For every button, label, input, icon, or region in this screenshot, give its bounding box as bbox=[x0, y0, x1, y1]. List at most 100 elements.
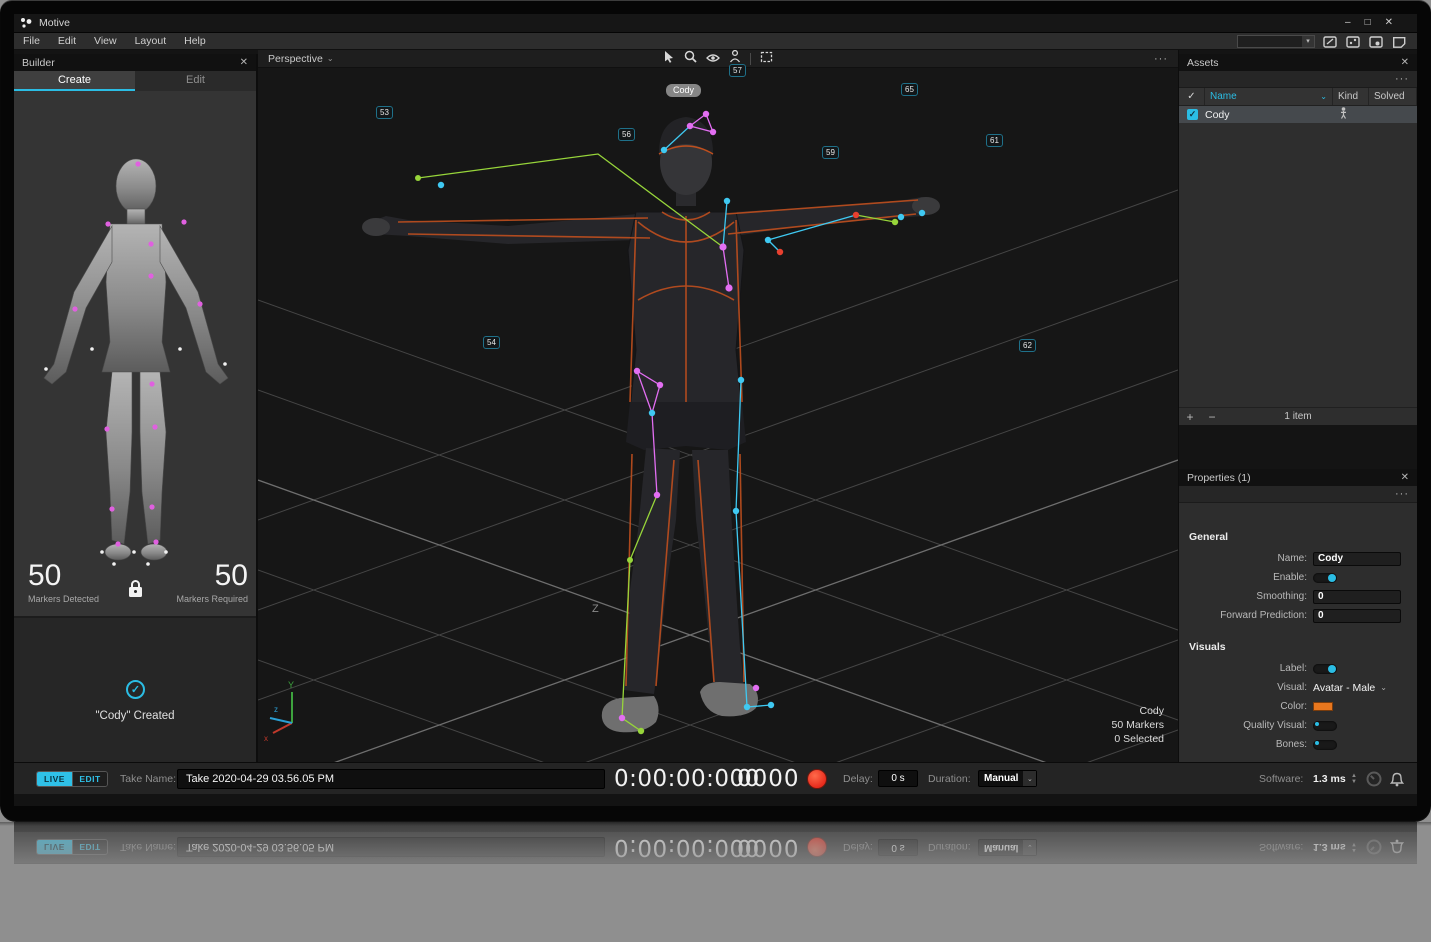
bones-toggle[interactable] bbox=[1313, 740, 1337, 750]
label-property-row: Label: bbox=[1179, 661, 1417, 676]
delay-label: Delay: bbox=[843, 763, 873, 795]
properties-overflow-icon[interactable]: ··· bbox=[1179, 486, 1417, 503]
viewport-canvas[interactable]: Z Y x z bbox=[258, 50, 1178, 762]
live-button[interactable]: LIVE bbox=[37, 771, 72, 787]
visual-property-label: Visual: bbox=[1179, 680, 1307, 695]
tab-create[interactable]: Create bbox=[14, 71, 135, 91]
assets-kind-column-header[interactable]: Kind bbox=[1333, 88, 1369, 105]
menu-file[interactable]: File bbox=[14, 35, 49, 47]
app-title: Motive bbox=[39, 17, 70, 29]
markers-required-label: Markers Required bbox=[176, 594, 248, 604]
marker-label[interactable]: 53 bbox=[376, 106, 393, 119]
asset-row[interactable]: ✓ Cody bbox=[1179, 106, 1417, 123]
app-logo-icon bbox=[20, 17, 33, 29]
close-button[interactable]: ✕ bbox=[1385, 16, 1393, 30]
mocap-actor[interactable] bbox=[362, 111, 940, 734]
layout-combobox[interactable]: ▾ bbox=[1237, 35, 1315, 48]
edit-button[interactable]: EDIT bbox=[72, 771, 107, 787]
assets-check-column-header[interactable]: ✓ bbox=[1179, 88, 1205, 105]
assets-name-column-header[interactable]: Name ⌄ bbox=[1205, 88, 1333, 105]
calibration-panel-icon[interactable] bbox=[1322, 34, 1338, 48]
marker-label[interactable]: 56 bbox=[618, 128, 635, 141]
actor-name-badge[interactable]: Cody bbox=[666, 84, 701, 97]
assets-close-icon[interactable]: ✕ bbox=[1401, 57, 1409, 68]
marker-label[interactable]: 59 bbox=[822, 146, 839, 159]
view-mode-label: Perspective bbox=[268, 53, 323, 65]
duration-select[interactable]: Manual ⌄ bbox=[978, 770, 1037, 787]
asset-enabled-checkbox[interactable]: ✓ bbox=[1187, 109, 1198, 120]
control-bar: LIVE EDIT Take Name: 0:00:00:000 0000 De… bbox=[14, 762, 1417, 794]
general-section-title: General bbox=[1189, 531, 1228, 543]
record-button[interactable] bbox=[807, 769, 827, 789]
screen: Motive – □ ✕ File Edit View Layout Help … bbox=[14, 14, 1417, 806]
label-toggle[interactable] bbox=[1313, 664, 1337, 674]
smoothing-input[interactable] bbox=[1313, 590, 1401, 604]
performance-gauge-icon[interactable] bbox=[1366, 763, 1382, 795]
latency-stepper[interactable]: ▲ ▼ bbox=[1351, 763, 1357, 795]
select-tool-icon[interactable] bbox=[663, 50, 675, 68]
assets-name-header-label: Name bbox=[1210, 91, 1237, 102]
viewport-3d[interactable]: Z Y x z bbox=[258, 50, 1178, 762]
properties-close-icon[interactable]: ✕ bbox=[1401, 472, 1409, 483]
graph-panel-icon[interactable] bbox=[1345, 34, 1361, 48]
forward-prediction-label: Forward Prediction: bbox=[1179, 608, 1307, 623]
creation-status-message: "Cody" Created bbox=[14, 710, 256, 722]
quality-visual-label: Quality Visual: bbox=[1179, 718, 1307, 733]
duration-value: Manual bbox=[979, 773, 1023, 784]
menu-view[interactable]: View bbox=[85, 35, 126, 47]
enable-property-row: Enable: bbox=[1179, 570, 1417, 585]
properties-body: General Name: Enable: Smoothing: bbox=[1179, 503, 1417, 796]
camera-panel-icon[interactable] bbox=[1368, 34, 1384, 48]
marker-stats: 50 Markers Detected 50 Markers Required bbox=[14, 555, 256, 617]
builder-close-icon[interactable]: ✕ bbox=[240, 57, 248, 68]
smoothing-property-row: Smoothing: bbox=[1179, 589, 1417, 604]
tab-edit[interactable]: Edit bbox=[135, 71, 256, 91]
minimize-button[interactable]: – bbox=[1345, 16, 1351, 30]
bones-property-label: Bones: bbox=[1179, 737, 1307, 752]
properties-panel: Properties (1) ✕ ··· General Name: Enab bbox=[1179, 469, 1417, 762]
marker-label[interactable]: 57 bbox=[729, 64, 746, 77]
duration-caret-icon: ⌄ bbox=[1023, 771, 1036, 786]
quick-toolbar: ▾ bbox=[1237, 34, 1407, 48]
take-name-input[interactable] bbox=[177, 769, 605, 789]
menu-layout[interactable]: Layout bbox=[126, 35, 176, 47]
name-input[interactable] bbox=[1313, 552, 1401, 566]
menu-bar: File Edit View Layout Help ▾ bbox=[14, 33, 1417, 50]
visibility-tool-icon[interactable] bbox=[706, 50, 720, 68]
assets-panel-title: Assets bbox=[1187, 57, 1219, 69]
marquee-select-icon[interactable] bbox=[760, 50, 773, 68]
axis-gizmo: Y x z bbox=[264, 680, 294, 743]
marker-label[interactable]: 54 bbox=[483, 336, 500, 349]
view-mode-dropdown[interactable]: Perspective ⌄ bbox=[268, 53, 334, 65]
viewport-header: Perspective ⌄ ··· bbox=[258, 50, 1178, 68]
marker-label[interactable]: 62 bbox=[1019, 339, 1036, 352]
delay-input[interactable]: 0 s bbox=[878, 770, 918, 787]
take-name-label: Take Name: bbox=[120, 763, 176, 795]
asset-count: 1 item bbox=[1179, 411, 1417, 422]
assets-overflow-icon[interactable]: ··· bbox=[1179, 71, 1417, 88]
notes-panel-icon[interactable] bbox=[1391, 34, 1407, 48]
color-swatch[interactable] bbox=[1313, 702, 1333, 711]
visual-dropdown[interactable]: Avatar - Male ⌄ bbox=[1313, 680, 1387, 695]
assets-name-sort-caret-icon: ⌄ bbox=[1320, 92, 1327, 101]
window-controls: – □ ✕ bbox=[1345, 16, 1393, 30]
stepper-down-icon[interactable]: ▼ bbox=[1351, 779, 1357, 785]
markers-detected-value: 50 bbox=[28, 561, 99, 591]
viewport-overflow-icon[interactable]: ··· bbox=[1154, 50, 1168, 68]
enable-toggle[interactable] bbox=[1313, 573, 1337, 583]
lock-icon[interactable] bbox=[127, 579, 144, 603]
maximize-button[interactable]: □ bbox=[1365, 16, 1371, 30]
title-bar: Motive – □ ✕ bbox=[14, 14, 1417, 33]
menu-edit[interactable]: Edit bbox=[49, 35, 85, 47]
forward-prediction-input[interactable] bbox=[1313, 609, 1401, 623]
marker-label[interactable]: 65 bbox=[901, 83, 918, 96]
overlay-marker-count: 50 Markers bbox=[1111, 718, 1164, 732]
builder-body: 50 Markers Detected 50 Markers Required bbox=[14, 91, 256, 799]
quality-visual-toggle[interactable] bbox=[1313, 721, 1337, 731]
notifications-bell-icon[interactable] bbox=[1390, 763, 1404, 795]
builder-panel-header: Builder ✕ bbox=[14, 54, 256, 71]
menu-help[interactable]: Help bbox=[175, 35, 215, 47]
marker-label[interactable]: 61 bbox=[986, 134, 1003, 147]
assets-solved-column-header[interactable]: Solved bbox=[1369, 88, 1417, 105]
zoom-tool-icon[interactable] bbox=[684, 50, 697, 68]
